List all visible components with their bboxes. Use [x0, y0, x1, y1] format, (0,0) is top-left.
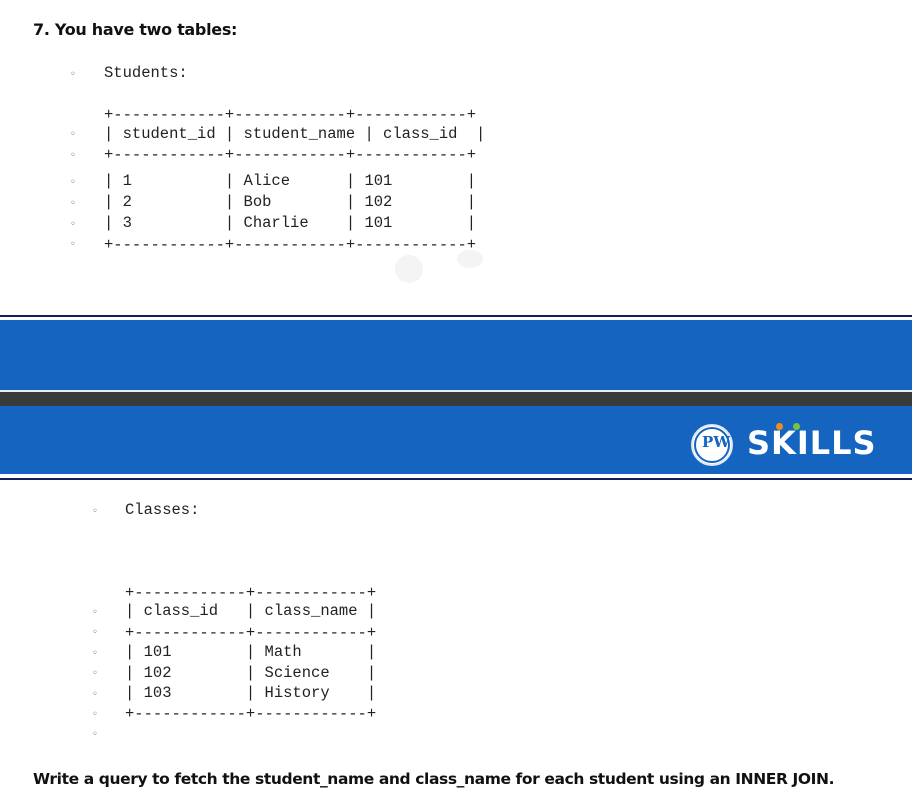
- classes-table-border-mid: +------------+------------+: [125, 624, 377, 642]
- classes-label: Classes:: [125, 501, 200, 519]
- list-bullet: ◦: [70, 177, 76, 188]
- students-table-header: | student_id | student_name | class_id |: [104, 125, 486, 143]
- banner-border-top: [0, 315, 912, 317]
- faint-mark: [395, 255, 423, 283]
- classes-table-border-bottom: +------------+------------+: [125, 705, 377, 723]
- question-heading: 7. You have two tables:: [33, 20, 238, 39]
- list-bullet: ◦: [92, 506, 98, 517]
- classes-table-row: | 101 | Math |: [125, 643, 377, 661]
- list-bullet: ◦: [70, 239, 76, 250]
- pw-logo-icon: PW: [691, 424, 733, 466]
- students-table-row: | 3 | Charlie | 101 |: [104, 214, 477, 232]
- classes-table-row: | 102 | Science |: [125, 664, 377, 682]
- faint-mark: [457, 250, 483, 268]
- students-table-border-bottom: +------------+------------+------------+: [104, 236, 477, 254]
- list-bullet: ◦: [92, 607, 98, 618]
- list-bullet: ◦: [92, 709, 98, 720]
- list-bullet: ◦: [70, 69, 76, 80]
- students-table-border-mid: +------------+------------+------------+: [104, 146, 477, 164]
- banner-blue-band: [0, 320, 912, 390]
- banner-border-bottom: [0, 478, 912, 480]
- students-label: Students:: [104, 64, 188, 82]
- classes-table-header: | class_id | class_name |: [125, 602, 377, 620]
- list-bullet: ◦: [70, 150, 76, 161]
- brand-name: SKILLS: [747, 424, 877, 462]
- list-bullet: ◦: [92, 729, 98, 740]
- classes-table-border-top: +------------+------------+: [125, 584, 377, 602]
- students-table-border-top: +------------+------------+------------+: [104, 106, 477, 124]
- list-bullet: ◦: [92, 648, 98, 659]
- list-bullet: ◦: [70, 219, 76, 230]
- banner-dark-strip: [0, 392, 912, 406]
- svg-text:PW: PW: [702, 433, 731, 451]
- list-bullet: ◦: [92, 689, 98, 700]
- question-text: Write a query to fetch the student_name …: [33, 770, 835, 788]
- list-bullet: ◦: [70, 198, 76, 209]
- list-bullet: ◦: [92, 668, 98, 679]
- list-bullet: ◦: [70, 129, 76, 140]
- list-bullet: ◦: [92, 627, 98, 638]
- students-table-row: | 2 | Bob | 102 |: [104, 193, 477, 211]
- students-table-row: | 1 | Alice | 101 |: [104, 172, 477, 190]
- classes-table-row: | 103 | History |: [125, 684, 377, 702]
